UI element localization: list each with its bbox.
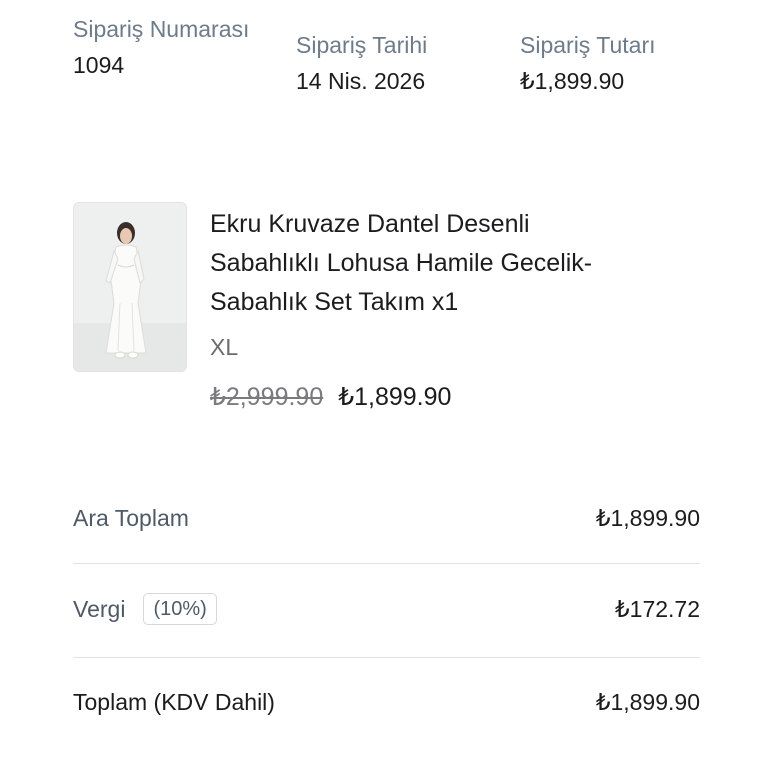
divider <box>73 657 700 658</box>
order-date-value: 14 Nis. 2026 <box>296 68 426 94</box>
product-photo-icon <box>74 203 186 371</box>
tax-value: ₺172.72 <box>615 595 700 622</box>
tax-rate-badge: (10%) <box>143 593 217 625</box>
order-number-value: 1094 <box>73 52 125 78</box>
subtotal-row: Ara Toplam ₺1,899.90 <box>73 498 700 538</box>
tax-label: Vergi <box>73 595 126 622</box>
order-total-label: Sipariş Tutarı <box>520 32 656 58</box>
total-row: Toplam (KDV Dahil) ₺1,899.90 <box>73 682 700 722</box>
order-number-label: Sipariş Numarası <box>73 16 250 42</box>
price-row: ₺2,999.90 ₺1,899.90 <box>210 382 451 412</box>
order-total-value: ₺1,899.90 <box>520 68 625 94</box>
sale-price: ₺1,899.90 <box>338 383 452 411</box>
product-image[interactable] <box>73 202 187 372</box>
subtotal-label: Ara Toplam <box>73 504 189 531</box>
original-price: ₺2,999.90 <box>210 383 324 411</box>
product-variant: XL <box>210 334 239 360</box>
order-date-block: Sipariş Tarihi 14 Nis. 2026 <box>296 30 427 97</box>
order-date-label: Sipariş Tarihi <box>296 32 428 58</box>
subtotal-value: ₺1,899.90 <box>595 504 700 531</box>
tax-label-group: Vergi (10%) <box>73 593 217 625</box>
divider <box>73 563 700 564</box>
order-number-block: Sipariş Numarası 1094 <box>73 14 263 81</box>
tax-row: Vergi (10%) ₺172.72 <box>73 589 700 629</box>
total-label: Toplam (KDV Dahil) <box>73 688 275 715</box>
product-title[interactable]: Ekru Kruvaze Dantel Desenli Sabahlıklı L… <box>210 205 700 322</box>
order-total-block: Sipariş Tutarı ₺1,899.90 <box>520 30 656 97</box>
total-value: ₺1,899.90 <box>595 688 700 715</box>
